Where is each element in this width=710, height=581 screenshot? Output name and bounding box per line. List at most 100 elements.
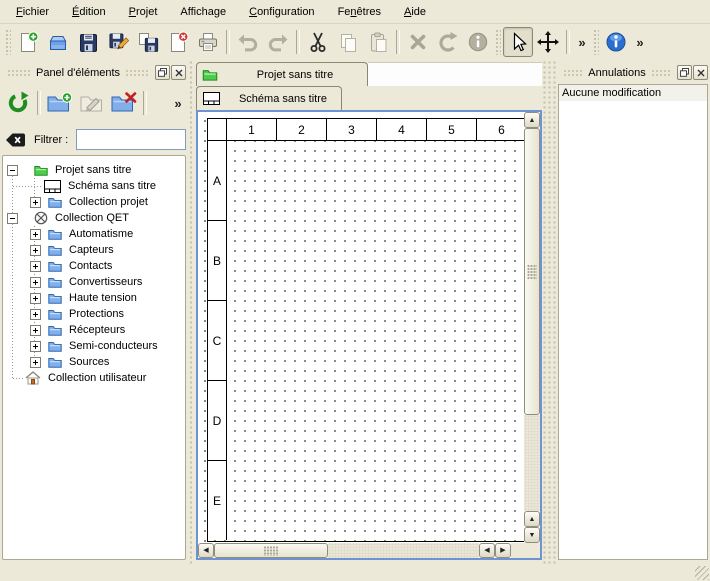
scroll-left-button[interactable]: ◀ bbox=[198, 543, 214, 558]
float-panel-button[interactable] bbox=[155, 65, 170, 80]
save-all-button[interactable] bbox=[133, 27, 163, 57]
scroll-down-button[interactable]: ▼ bbox=[524, 527, 540, 543]
save-button[interactable] bbox=[73, 27, 103, 57]
move-mode-button[interactable] bbox=[533, 27, 563, 57]
menu-fenetres[interactable]: Fenêtres bbox=[328, 3, 391, 21]
redo-button[interactable] bbox=[263, 27, 293, 57]
expand-expander-icon[interactable] bbox=[30, 325, 41, 336]
expand-expander-icon[interactable] bbox=[30, 341, 41, 352]
print-icon bbox=[197, 31, 219, 53]
clear-filter-button[interactable] bbox=[5, 131, 27, 149]
cut-button[interactable] bbox=[303, 27, 333, 57]
right-splitter-handle[interactable] bbox=[543, 60, 556, 565]
vertical-scrollbar[interactable]: ▲ ▲ ▼ bbox=[524, 112, 540, 543]
expand-expander-icon[interactable] bbox=[30, 277, 41, 288]
close-document-icon bbox=[167, 31, 189, 53]
menu-projet[interactable]: Projet bbox=[119, 3, 168, 21]
toolbar-drag-handle[interactable] bbox=[495, 29, 501, 55]
tree-item-collection-utilisateur[interactable]: Collection utilisateur bbox=[3, 370, 185, 386]
tree-item-recepteurs[interactable]: Récepteurs bbox=[3, 322, 185, 338]
tab-schema[interactable]: Schéma sans titre bbox=[196, 86, 342, 110]
close-panel-button[interactable] bbox=[693, 65, 708, 80]
rotate-button[interactable] bbox=[433, 27, 463, 57]
print-button[interactable] bbox=[193, 27, 223, 57]
select-mode-button[interactable] bbox=[503, 27, 533, 57]
edit-category-button[interactable] bbox=[76, 88, 108, 118]
elements-panel-titlebar[interactable]: Panel d'éléments bbox=[2, 63, 186, 82]
tab-project[interactable]: Projet sans titre bbox=[196, 62, 368, 86]
tree-item-collection-projet[interactable]: Collection projet bbox=[3, 194, 185, 210]
collapse-expander-icon[interactable] bbox=[7, 213, 18, 224]
expand-expander-icon[interactable] bbox=[30, 229, 41, 240]
tree-item-collection-qet[interactable]: Collection QET bbox=[3, 210, 185, 226]
scroll-up-button[interactable]: ▲ bbox=[524, 511, 540, 527]
redo-icon bbox=[267, 31, 289, 53]
row-header: E bbox=[208, 461, 226, 540]
tree-item-protections[interactable]: Protections bbox=[3, 306, 185, 322]
new-document-button[interactable] bbox=[13, 27, 43, 57]
expand-expander-icon[interactable] bbox=[30, 245, 41, 256]
copy-button[interactable] bbox=[333, 27, 363, 57]
scroll-right-button[interactable]: ▶ bbox=[495, 543, 511, 558]
row-header: B bbox=[208, 221, 226, 301]
undo-panel-titlebar[interactable]: Annulations bbox=[558, 63, 708, 82]
qet-information-button[interactable] bbox=[601, 27, 631, 57]
horizontal-scroll-thumb[interactable] bbox=[214, 543, 328, 558]
float-panel-button[interactable] bbox=[677, 65, 692, 80]
new-category-button[interactable] bbox=[44, 88, 76, 118]
undo-panel-title: Annulations bbox=[588, 67, 646, 79]
menu-edition[interactable]: Édition bbox=[62, 3, 116, 21]
paste-button[interactable] bbox=[363, 27, 393, 57]
menu-aide[interactable]: Aide bbox=[394, 3, 436, 21]
collapse-expander-icon[interactable] bbox=[7, 165, 18, 176]
window-resize-grip[interactable] bbox=[695, 566, 709, 580]
expand-expander-icon[interactable] bbox=[30, 261, 41, 272]
filter-input[interactable] bbox=[76, 129, 186, 150]
reload-collections-button[interactable] bbox=[2, 88, 34, 118]
scroll-up-button[interactable]: ▲ bbox=[524, 112, 540, 128]
delete-button[interactable] bbox=[403, 27, 433, 57]
tree-item-semi-conducteurs[interactable]: Semi-conducteurs bbox=[3, 338, 185, 354]
vertical-scroll-track[interactable] bbox=[524, 415, 540, 511]
sheet-frame: 1 2 3 4 5 6 A B C D E bbox=[207, 118, 524, 542]
tree-item-project[interactable]: Projet sans titre bbox=[3, 162, 185, 178]
save-as-button[interactable] bbox=[103, 27, 133, 57]
expand-expander-icon[interactable] bbox=[30, 309, 41, 320]
tree-item-haute-tension[interactable]: Haute tension bbox=[3, 290, 185, 306]
element-information-button[interactable] bbox=[463, 27, 493, 57]
expand-expander-icon[interactable] bbox=[30, 197, 41, 208]
toolbar-drag-handle[interactable] bbox=[593, 29, 599, 55]
toolbar-overflow-button[interactable]: » bbox=[573, 27, 591, 57]
tree-item-schema[interactable]: Schéma sans titre bbox=[3, 178, 185, 194]
menu-affichage[interactable]: Affichage bbox=[170, 3, 236, 21]
tree-item-contacts[interactable]: Contacts bbox=[3, 258, 185, 274]
expand-expander-icon[interactable] bbox=[30, 293, 41, 304]
undo-list-item[interactable]: Aucune modification bbox=[559, 85, 707, 101]
tree-item-convertisseurs[interactable]: Convertisseurs bbox=[3, 274, 185, 290]
toolbar-drag-handle[interactable] bbox=[5, 29, 11, 55]
left-splitter-handle[interactable] bbox=[187, 60, 195, 565]
menu-configuration[interactable]: Configuration bbox=[239, 3, 324, 21]
tree-item-automatisme[interactable]: Automatisme bbox=[3, 226, 185, 242]
paste-icon bbox=[367, 31, 389, 53]
open-project-button[interactable] bbox=[43, 27, 73, 57]
close-panel-button[interactable] bbox=[171, 65, 186, 80]
schema-canvas[interactable]: 1 2 3 4 5 6 A B C D E bbox=[198, 112, 524, 543]
horizontal-scrollbar[interactable]: ◀ ◀ ▶ bbox=[198, 543, 524, 558]
vertical-scroll-thumb[interactable] bbox=[524, 128, 540, 415]
tree-item-sources[interactable]: Sources bbox=[3, 354, 185, 370]
tree-item-capteurs[interactable]: Capteurs bbox=[3, 242, 185, 258]
delete-category-button[interactable] bbox=[108, 88, 140, 118]
horizontal-scroll-track[interactable] bbox=[328, 543, 479, 558]
menu-fichier[interactable]: Fichier bbox=[6, 3, 59, 21]
elements-panel-title: Panel d'éléments bbox=[36, 67, 120, 79]
undo-button[interactable] bbox=[233, 27, 263, 57]
toolbar-separator bbox=[396, 30, 400, 54]
expand-expander-icon[interactable] bbox=[30, 357, 41, 368]
folder-icon bbox=[48, 196, 62, 208]
scroll-left-button[interactable]: ◀ bbox=[479, 543, 495, 558]
element-information-icon bbox=[467, 31, 489, 53]
close-document-button[interactable] bbox=[163, 27, 193, 57]
panel-overflow-button[interactable]: » bbox=[168, 88, 188, 118]
toolbar-overflow-button[interactable]: » bbox=[631, 27, 649, 57]
